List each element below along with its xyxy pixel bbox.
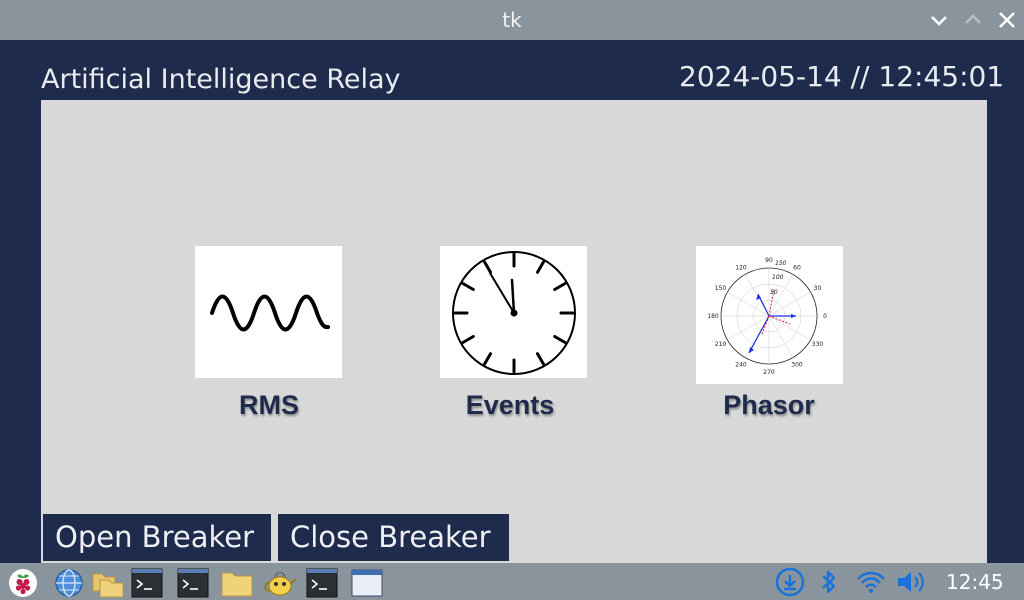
polar-angle-label: 210 bbox=[715, 341, 727, 348]
app-window-icon[interactable] bbox=[351, 567, 383, 599]
polar-angle-label: 330 bbox=[812, 341, 824, 348]
folder-icon[interactable] bbox=[220, 567, 254, 599]
polar-plot-icon: 9060300330300270240210180150120 50 100 1… bbox=[707, 257, 827, 376]
close-breaker-button[interactable]: Close Breaker bbox=[278, 514, 509, 561]
file-manager-icon[interactable] bbox=[91, 567, 125, 599]
taskbar: 12:45 bbox=[0, 563, 1024, 600]
polar-angle-label: 270 bbox=[763, 369, 775, 376]
polar-angle-label: 180 bbox=[707, 313, 719, 320]
terminal-icon[interactable] bbox=[131, 567, 163, 599]
phasor-label[interactable]: Phasor bbox=[669, 390, 869, 421]
polar-angle-labels: 9060300330300270240210180150120 bbox=[707, 257, 827, 376]
terminal-icon[interactable] bbox=[306, 567, 338, 599]
datetime-display: 2024-05-14 // 12:45:01 bbox=[679, 60, 1005, 93]
terminal-icon[interactable] bbox=[177, 567, 209, 599]
main-panel: RMS Events 90 60 30 0 330 300 270 240 21… bbox=[41, 100, 987, 563]
web-browser-icon[interactable] bbox=[53, 567, 85, 599]
polar-angle-label: 300 bbox=[791, 361, 803, 368]
polar-angle-label: 150 bbox=[715, 285, 727, 292]
rms-label[interactable]: RMS bbox=[169, 390, 369, 421]
bluetooth-icon[interactable] bbox=[818, 567, 840, 597]
close-icon[interactable] bbox=[996, 8, 1018, 32]
polar-angle-label: 30 bbox=[814, 285, 822, 292]
window-title: tk bbox=[502, 8, 522, 32]
events-tile[interactable] bbox=[440, 246, 587, 378]
polar-spoke bbox=[768, 315, 811, 341]
app-window: Artificial Intelligence Relay 2024-05-14… bbox=[2, 40, 1024, 563]
wifi-icon[interactable] bbox=[855, 567, 887, 597]
sine-wave-icon bbox=[210, 294, 330, 332]
open-breaker-button[interactable]: Open Breaker bbox=[43, 514, 271, 561]
phasor-tile[interactable]: 90 60 30 0 330 300 270 240 210 180 150 120 50 100 1… bbox=[696, 246, 843, 384]
polar-angle-label: 90 bbox=[765, 257, 773, 264]
radius-label-100: 100 bbox=[772, 274, 784, 281]
download-updates-icon[interactable] bbox=[774, 567, 806, 597]
phasor-vectors bbox=[748, 289, 796, 354]
polar-angle-label: 120 bbox=[735, 265, 747, 272]
polar-angle-label: 240 bbox=[735, 361, 747, 368]
minimize-icon[interactable] bbox=[928, 8, 950, 32]
raspberry-menu-icon[interactable] bbox=[7, 567, 39, 599]
window-titlebar[interactable]: tk bbox=[0, 0, 1024, 40]
clock-icon bbox=[452, 251, 576, 375]
radius-label-150: 150 bbox=[775, 260, 787, 267]
polar-angle-label: 60 bbox=[793, 265, 801, 272]
events-label[interactable]: Events bbox=[410, 390, 610, 421]
volume-icon[interactable] bbox=[895, 567, 927, 597]
maximize-icon[interactable] bbox=[962, 8, 984, 32]
taskbar-clock[interactable]: 12:45 bbox=[946, 570, 1004, 594]
app-title: Artificial Intelligence Relay bbox=[41, 64, 401, 95]
rms-tile[interactable] bbox=[195, 246, 342, 378]
polar-angle-label: 0 bbox=[823, 313, 827, 320]
polar-spoke bbox=[768, 315, 794, 358]
thonny-python-icon[interactable] bbox=[263, 567, 297, 599]
